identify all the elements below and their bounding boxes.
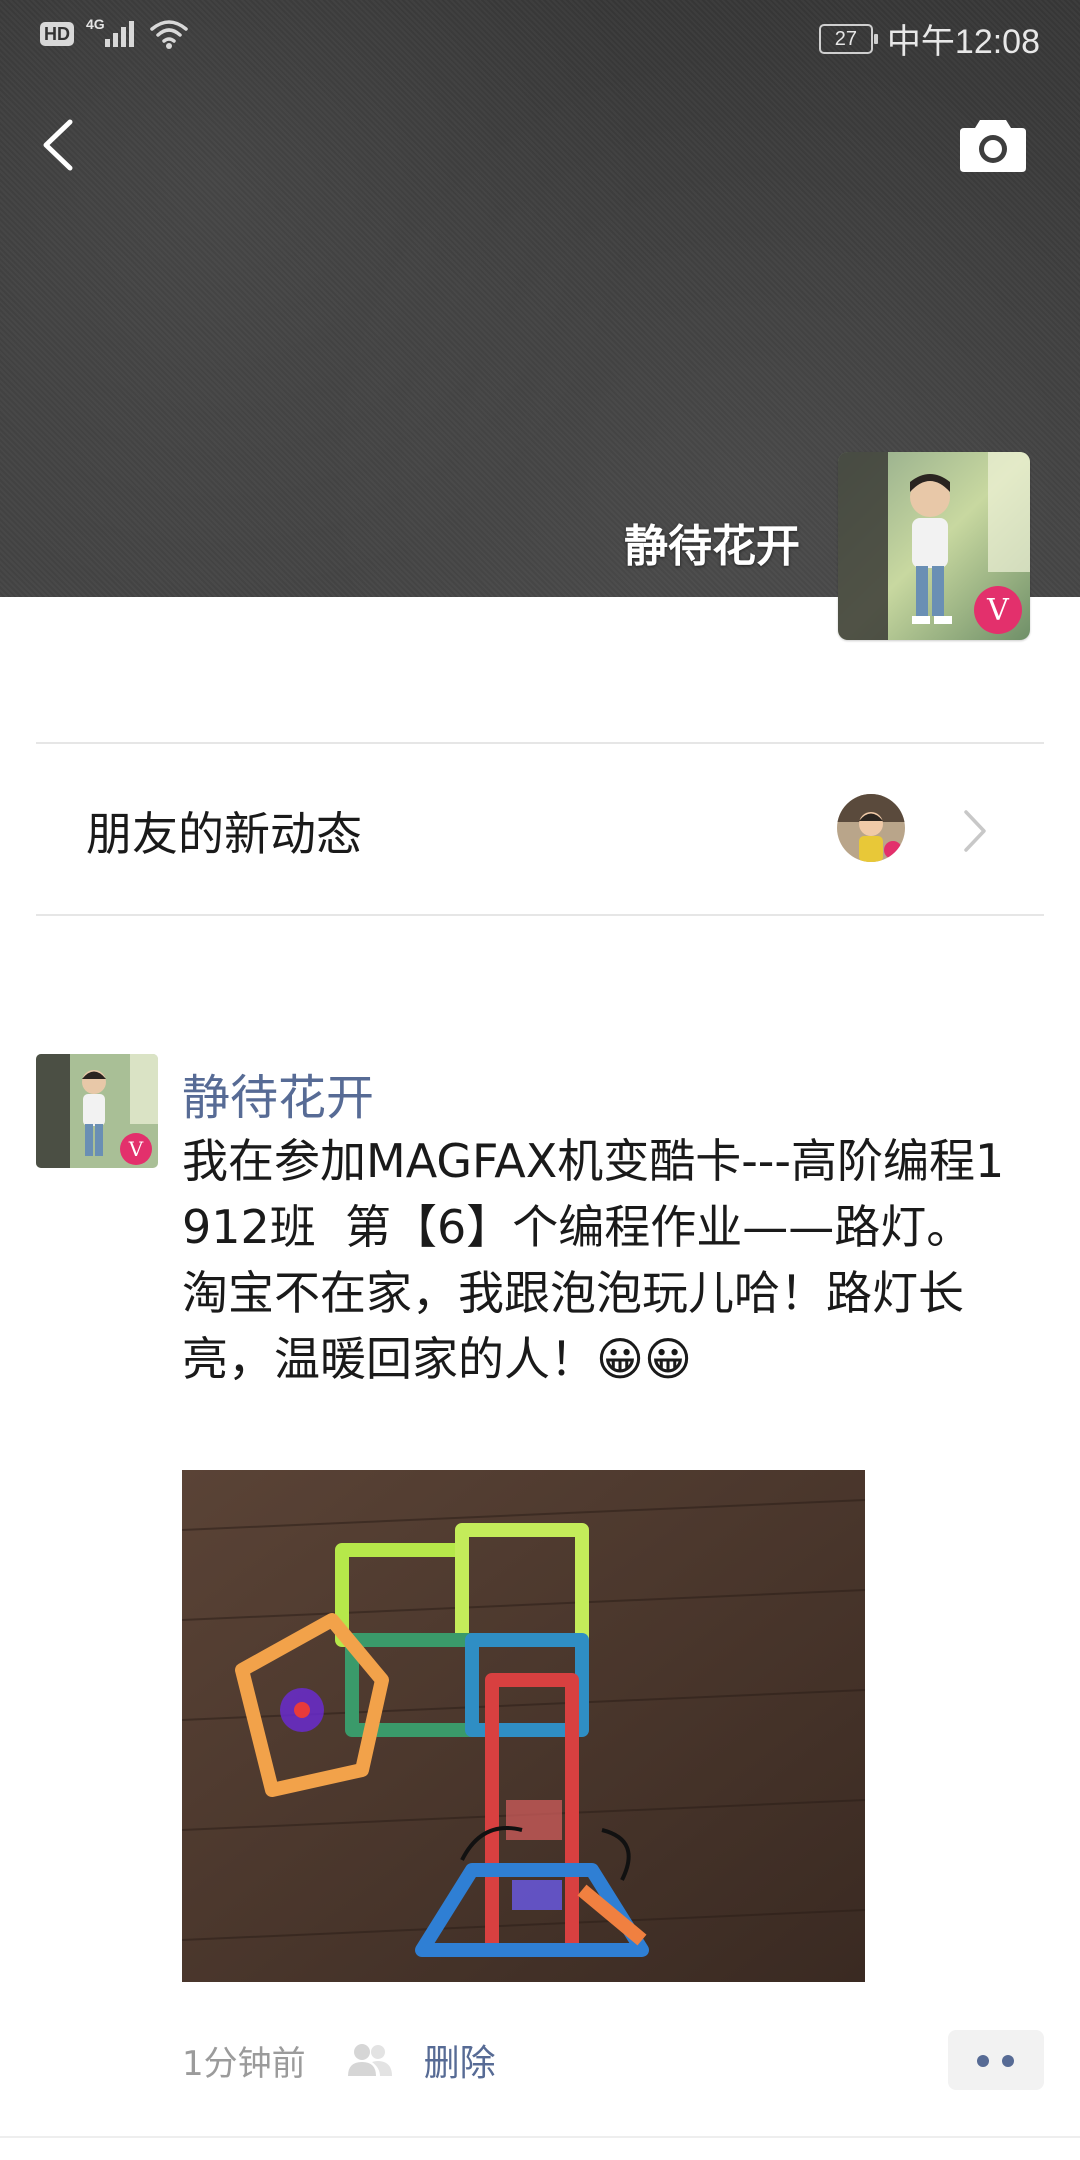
profile-name: 静待花开 (624, 521, 800, 572)
post-author-avatar[interactable]: V (36, 1054, 158, 1168)
signal-icon (104, 21, 134, 47)
friends-updates-label: 朋友的新动态 (86, 807, 362, 861)
post-meta: 1分钟前 删除 (182, 2030, 496, 2090)
friends-updates-row[interactable]: 朋友的新动态 (0, 744, 1080, 914)
status-bar: HD 4G 27 中午12:08 (0, 0, 1080, 72)
friends-icon[interactable] (342, 2040, 396, 2080)
post-text: 我在参加MAGFAX机变酷卡---高阶编程1912班 第【6】个编程作业——路灯… (182, 1134, 1005, 1386)
divider (0, 2136, 1080, 2138)
hd-badge: HD (40, 22, 74, 46)
post-image[interactable] (182, 1470, 865, 1982)
delete-link[interactable]: 删除 (424, 2034, 496, 2086)
network-type: 4G (86, 16, 105, 32)
chevron-left-icon[interactable] (30, 110, 90, 180)
divider (36, 914, 1044, 916)
wifi-icon (149, 20, 188, 49)
battery-level: 27 (834, 27, 858, 50)
clock: 中午12:08 (886, 23, 1040, 61)
post-time: 1分钟前 (182, 2043, 306, 2084)
profile-avatar[interactable]: V (838, 452, 1030, 640)
avatar-badge: V (986, 593, 1010, 628)
battery-icon: 27 (818, 23, 878, 54)
camera-icon[interactable] (958, 112, 1028, 174)
avatar-photo: V (838, 452, 1030, 640)
post-author-name[interactable]: 静待花开 (182, 1058, 374, 1128)
chevron-right-icon (964, 810, 986, 852)
avatar-badge: V (128, 1137, 144, 1161)
friend-avatar (837, 794, 905, 862)
more-dots-icon[interactable] (948, 2030, 1044, 2090)
